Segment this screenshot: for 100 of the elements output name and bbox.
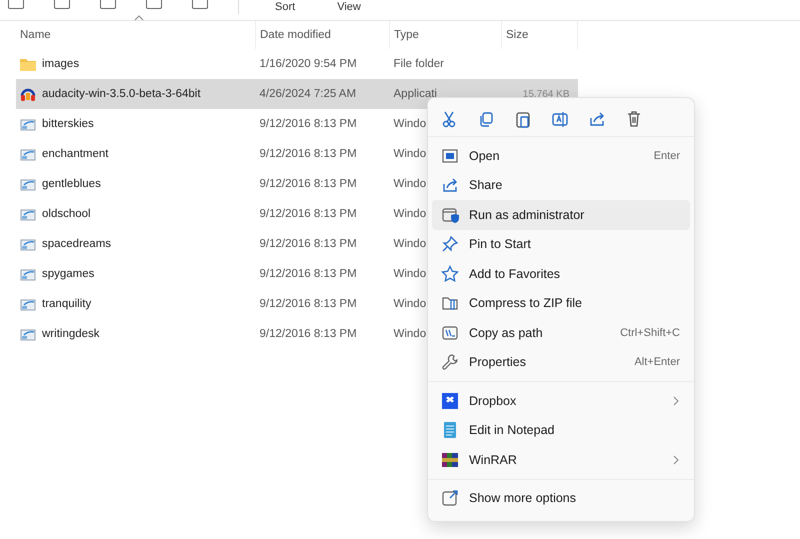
file-type: File folder xyxy=(394,58,444,70)
path-icon xyxy=(441,324,459,342)
menu-item[interactable]: Edit in Notepad xyxy=(432,416,690,445)
file-type: Windo xyxy=(394,178,426,190)
sound-file-icon xyxy=(20,327,36,341)
name-cell[interactable]: spygames xyxy=(16,259,256,289)
file-type: Windo xyxy=(394,118,426,130)
date-modified: 9/12/2016 8:13 PM xyxy=(260,298,357,310)
sound-file-icon xyxy=(20,117,36,131)
file-type: Windo xyxy=(394,148,426,160)
menu-item[interactable]: Pin to Start xyxy=(432,230,690,259)
menu-label: Compress to ZIP file xyxy=(469,296,584,310)
file-type: Windo xyxy=(394,238,426,250)
name-cell[interactable]: bitterskies xyxy=(16,109,256,139)
file-name: images xyxy=(42,58,80,70)
menu-label: Edit in Notepad xyxy=(469,423,556,438)
toolbar-button[interactable]: View xyxy=(331,1,367,13)
star-icon xyxy=(441,264,459,283)
shortcut: Alt+Enter xyxy=(634,356,680,368)
file-name: spacedreams xyxy=(42,238,112,250)
name-cell[interactable]: images xyxy=(16,49,256,79)
file-name: writingdesk xyxy=(42,328,100,340)
menu-label: Show more options xyxy=(469,491,578,506)
menu-label: Run as administrator xyxy=(469,208,586,222)
column-header[interactable]: Name xyxy=(20,29,51,41)
file-size: 15,764 KB xyxy=(522,88,570,100)
toolbar-icon[interactable] xyxy=(146,0,162,9)
menu-item[interactable]: WinRAR xyxy=(432,445,690,474)
headphones-icon xyxy=(20,86,36,102)
name-cell[interactable]: audacity-win-3.5.0-beta-3-64bit xyxy=(16,79,256,109)
books-icon xyxy=(441,450,459,469)
name-cell[interactable]: enchantment xyxy=(16,139,256,169)
date-modified: 9/12/2016 8:13 PM xyxy=(260,148,357,160)
date-modified: 4/26/2024 7:25 AM xyxy=(260,88,356,100)
file-name: audacity-win-3.5.0-beta-3-64bit xyxy=(42,88,201,100)
menu-item[interactable]: Show more options xyxy=(432,484,690,513)
file-name: enchantment xyxy=(42,148,108,160)
menu-label: Pin to Start xyxy=(469,237,532,252)
sort-caret-icon[interactable] xyxy=(134,15,144,21)
column-header[interactable]: Date modified xyxy=(260,29,331,41)
box-icon xyxy=(441,392,459,410)
name-cell[interactable]: gentleblues xyxy=(16,169,256,199)
menu-label: Copy as path xyxy=(469,326,544,340)
sound-file-icon xyxy=(20,177,36,191)
name-cell[interactable]: tranquility xyxy=(16,289,256,319)
notepad-icon xyxy=(441,421,459,440)
menu-item[interactable]: Open Enter xyxy=(432,141,690,170)
file-name: spygames xyxy=(42,268,94,280)
menu-item[interactable]: Share xyxy=(432,170,690,200)
sound-file-icon xyxy=(20,237,36,251)
shortcut: Enter xyxy=(654,150,680,162)
name-cell[interactable]: spacedreams xyxy=(16,229,256,259)
sound-file-icon xyxy=(20,267,36,281)
date-modified: 1/16/2020 9:54 PM xyxy=(260,58,357,70)
file-type: Windo xyxy=(394,328,426,340)
date-modified: 9/12/2016 8:13 PM xyxy=(260,208,357,220)
folder-icon xyxy=(20,57,36,71)
file-type: Applicati xyxy=(394,88,437,100)
menu-label: WinRAR xyxy=(469,452,518,467)
rename-icon[interactable] xyxy=(551,110,569,128)
toolbar-button[interactable]: Sort xyxy=(269,1,302,13)
expand-icon xyxy=(441,489,459,508)
file-name: gentleblues xyxy=(42,178,101,190)
date-modified: 9/12/2016 8:13 PM xyxy=(260,118,357,130)
menu-label: Share xyxy=(469,178,504,192)
menu-item[interactable]: Compress to ZIP file xyxy=(432,288,690,318)
shortcut: Ctrl+Shift+C xyxy=(620,326,680,339)
share-icon xyxy=(441,176,459,194)
date-modified: 9/12/2016 8:13 PM xyxy=(260,238,357,250)
file-name: bitterskies xyxy=(42,118,94,130)
date-modified: 9/12/2016 8:13 PM xyxy=(260,328,357,340)
menu-label: Add to Favorites xyxy=(469,266,562,281)
toolbar-icon[interactable] xyxy=(8,0,24,9)
menu-item[interactable]: Add to Favorites xyxy=(432,259,690,288)
menu-label: Dropbox xyxy=(469,394,518,408)
file-name: oldschool xyxy=(42,208,91,220)
date-modified: 9/12/2016 8:13 PM xyxy=(260,178,357,190)
toolbar-icon[interactable] xyxy=(100,0,116,9)
menu-item[interactable]: Properties Alt+Enter xyxy=(432,348,690,377)
menu-item[interactable]: Dropbox xyxy=(432,386,690,416)
name-cell[interactable]: writingdesk xyxy=(16,319,256,349)
menu-label: Properties xyxy=(469,355,527,370)
sound-file-icon xyxy=(20,147,36,161)
paste-icon[interactable] xyxy=(514,110,532,128)
toolbar-icon[interactable] xyxy=(192,0,208,9)
delete-icon[interactable] xyxy=(625,110,643,128)
file-name: tranquility xyxy=(42,298,92,310)
toolbar-icon[interactable] xyxy=(54,0,70,9)
file-type: Windo xyxy=(394,268,426,280)
window-icon xyxy=(441,146,459,165)
shield-window-icon xyxy=(441,206,459,224)
menu-item[interactable]: Copy as path Ctrl+Shift+C xyxy=(432,318,690,348)
column-header[interactable]: Size xyxy=(506,29,528,41)
menu-item[interactable]: Run as administrator xyxy=(432,200,690,230)
date-modified: 9/12/2016 8:13 PM xyxy=(260,268,357,280)
cut-icon[interactable] xyxy=(440,110,458,128)
file-type: Windo xyxy=(394,208,426,220)
column-header[interactable]: Type xyxy=(394,29,419,41)
share-icon[interactable] xyxy=(588,110,606,128)
name-cell[interactable]: oldschool xyxy=(16,199,256,229)
